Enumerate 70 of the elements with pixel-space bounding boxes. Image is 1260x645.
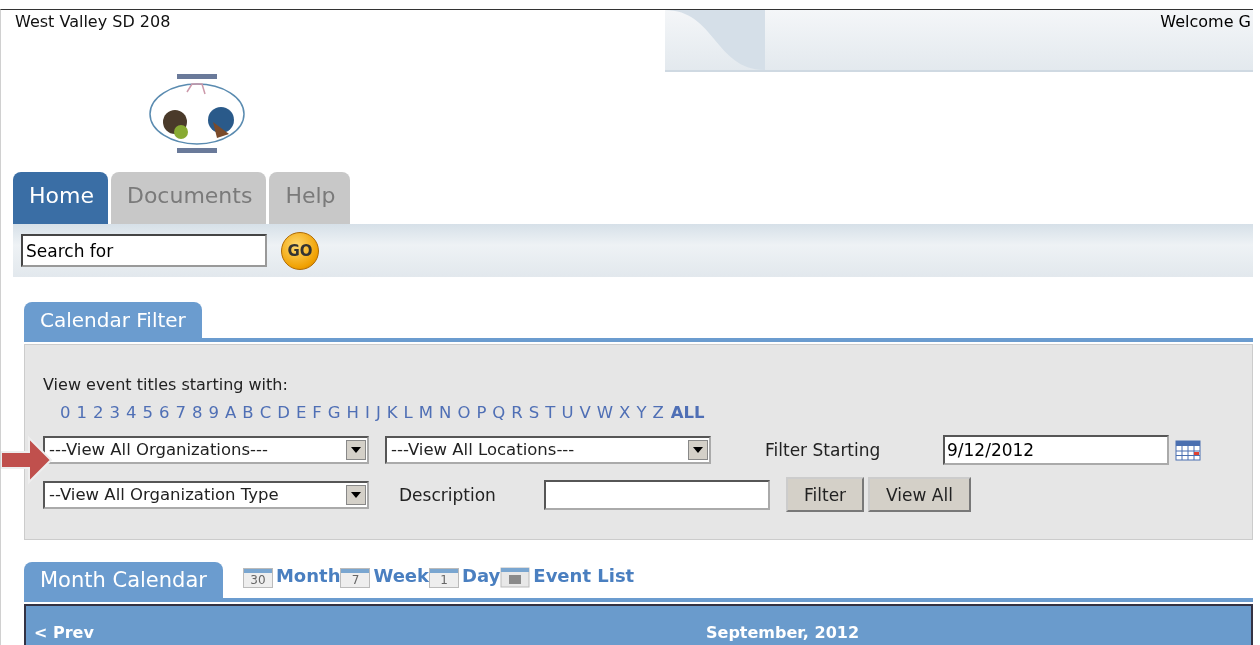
letter-link[interactable]: Y [636,403,647,422]
go-button[interactable]: GO [281,231,319,270]
letter-link[interactable]: J [375,403,381,422]
nav-tab[interactable]: Home [13,172,108,224]
filter-button[interactable]: Filter [786,477,865,512]
date-field[interactable]: 9/12/2012 [943,434,1169,465]
view-link[interactable]: Event List [533,565,635,586]
letter-link[interactable]: G [327,403,341,422]
site-title: West Valley SD 208 [15,11,172,33]
letter-link[interactable]: E [295,403,307,422]
letter-link[interactable]: T [545,403,556,422]
letter-link[interactable]: C [259,403,272,422]
field-label: Filter Starting [765,439,882,460]
letter-link[interactable]: K [386,403,398,422]
letter-link[interactable]: P [476,403,487,422]
letter-link[interactable]: 2 [93,403,104,422]
search-field[interactable]: Search for [21,234,267,267]
letter-link[interactable]: 1 [76,403,87,422]
calendar-page-icon [500,566,531,588]
letter-link[interactable]: 8 [192,403,203,422]
letter-link[interactable]: 5 [142,403,153,422]
letter-link[interactable]: Q [492,403,506,422]
letter-link[interactable]: M [418,403,434,422]
letter-link[interactable]: L [403,403,413,422]
letter-link[interactable]: 7 [175,403,186,422]
nav-tab[interactable]: Documents [110,172,267,224]
calendar-page-icon: 1 [429,568,460,588]
calendar-page-icon: 30 [242,568,273,588]
welcome-text: Welcome G [1160,11,1251,31]
letter-link[interactable]: D [277,403,290,422]
section-tab[interactable]: Calendar Filter [24,302,202,338]
letter-link[interactable]: 4 [126,403,137,422]
dropdown[interactable]: --View All Organization Type [43,480,369,509]
description-field[interactable] [544,479,770,510]
letter-link[interactable]: V [579,403,591,422]
prev-link[interactable]: < Prev [34,624,706,642]
dropdown[interactable]: ---View All Locations--- [385,435,711,464]
view-link[interactable]: Month [275,565,341,586]
dropdown[interactable]: ---View All Organizations--- [43,435,369,464]
letter-link[interactable]: S [528,403,540,422]
letter-link[interactable]: 6 [159,403,170,422]
letter-link[interactable]: X [619,403,631,422]
dropdown-value: ---View All Organizations--- [49,440,269,459]
letter-link[interactable]: A [225,403,237,422]
all-link[interactable]: ALL [670,403,705,422]
calendar-page-icon: 7 [340,568,371,588]
prompt-text: View event titles starting with: [43,375,289,394]
letter-link[interactable]: U [561,403,574,422]
view-link[interactable]: Week [373,565,430,586]
field-label: Description [399,484,497,505]
calendar-icon [1175,438,1201,461]
letter-link[interactable]: B [242,403,254,422]
letter-link[interactable]: W [596,403,614,422]
dropdown-value: ---View All Locations--- [391,440,576,459]
letter-link[interactable]: O [457,403,471,422]
letter-link[interactable]: 9 [208,403,219,422]
dropdown-value: --View All Organization Type [49,485,280,504]
letter-link[interactable]: I [365,403,370,422]
letter-link[interactable]: 0 [60,403,71,422]
filter-button[interactable]: View All [868,477,971,512]
section-tab[interactable]: Month Calendar [24,562,223,598]
letter-link[interactable]: F [312,403,322,422]
month-title: September, 2012 [706,624,860,642]
letter-link[interactable]: N [439,403,452,422]
letter-link[interactable]: R [511,403,523,422]
view-link[interactable]: Day [462,565,501,586]
letter-link[interactable]: H [346,403,360,422]
letter-link[interactable]: 3 [109,403,120,422]
nav-tab[interactable]: Help [269,172,350,224]
letter-link[interactable]: Z [652,403,664,422]
